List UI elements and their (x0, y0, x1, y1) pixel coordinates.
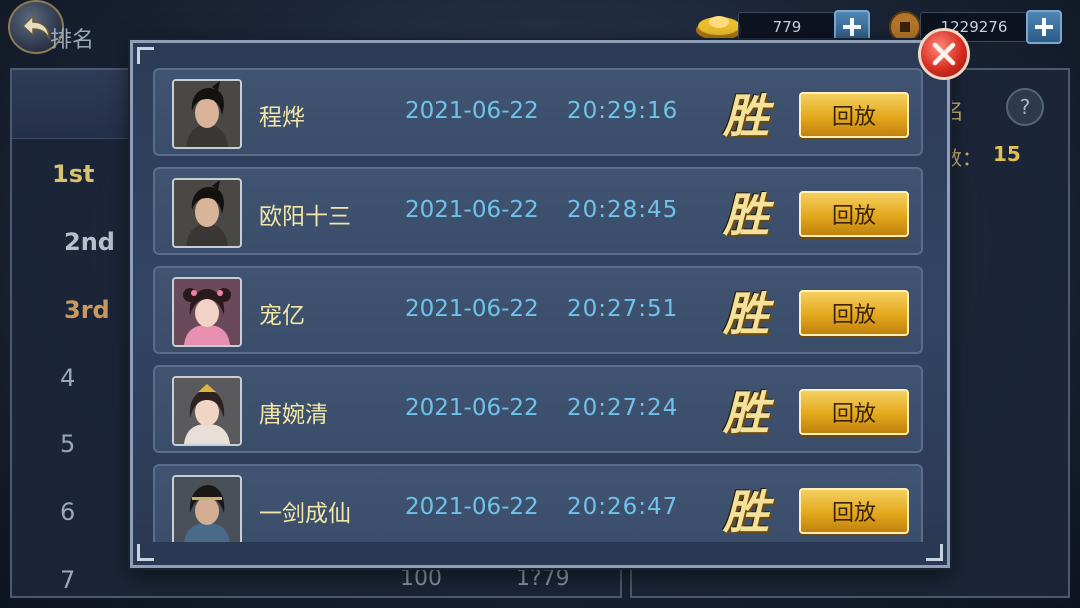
corner-ornament (137, 47, 154, 64)
close-button[interactable] (918, 28, 970, 80)
battle-record-list[interactable]: 程烨 2021-06-22 20:29:16 胜 回放 欧阳十三 2021-06… (153, 68, 925, 542)
player-name: 宠亿 (259, 303, 305, 329)
record-time: 20:27:24 (567, 395, 679, 421)
ingot-amount: 779 (738, 12, 836, 42)
record-row: 欧阳十三 2021-06-22 20:28:45 胜 回放 (153, 167, 923, 255)
victory-badge: 胜 (723, 287, 769, 341)
victory-badge: 胜 (723, 485, 769, 539)
player-avatar (172, 79, 242, 149)
record-date: 2021-06-22 (405, 395, 539, 421)
record-time: 20:27:51 (567, 296, 679, 322)
rank-1: 1st (52, 160, 95, 188)
ingot-currency: 779 (694, 10, 872, 44)
rank-column-header: 排名 (50, 28, 95, 53)
player-name: 一剑成仙 (259, 501, 351, 527)
replay-button[interactable]: 回放 (799, 290, 909, 336)
player-name: 欧阳十三 (259, 204, 351, 230)
rank-4: 4 (60, 364, 76, 392)
add-coin-button[interactable] (1026, 10, 1062, 44)
victory-badge: 胜 (723, 386, 769, 440)
replay-button[interactable]: 回放 (799, 389, 909, 435)
rank-3: 3rd (64, 296, 110, 324)
record-time: 20:26:47 (567, 494, 679, 520)
record-date: 2021-06-22 (405, 98, 539, 124)
female-tiara-portrait-icon (174, 378, 240, 444)
help-button[interactable]: ? (1006, 88, 1044, 126)
player-name: 程烨 (259, 105, 305, 131)
victory-badge: 胜 (723, 188, 769, 242)
victory-badge: 胜 (723, 89, 769, 143)
male-headband-portrait-icon (174, 477, 240, 542)
replay-button[interactable]: 回放 (799, 191, 909, 237)
count-value: 15 (993, 142, 1021, 166)
corner-ornament (137, 544, 154, 561)
record-time: 20:29:16 (567, 98, 679, 124)
plus-icon (1035, 18, 1053, 36)
rank-7-value: 1?79 (516, 566, 570, 591)
add-ingot-button[interactable] (834, 10, 870, 44)
rank-7: 7 (60, 566, 76, 594)
record-row: 宠亿 2021-06-22 20:27:51 胜 回放 (153, 266, 923, 354)
player-avatar (172, 277, 242, 347)
plus-icon (843, 18, 861, 36)
record-date: 2021-06-22 (405, 197, 539, 223)
close-icon (932, 42, 956, 66)
replay-button[interactable]: 回放 (799, 92, 909, 138)
record-row: 程烨 2021-06-22 20:29:16 胜 回放 (153, 68, 923, 156)
replay-button[interactable]: 回放 (799, 488, 909, 534)
question-icon: ? (1019, 95, 1031, 119)
record-row: 唐婉清 2021-06-22 20:27:24 胜 回放 (153, 365, 923, 453)
female-pink-portrait-icon (174, 279, 240, 345)
rank-5: 5 (60, 430, 76, 458)
player-avatar (172, 475, 242, 542)
player-name: 唐婉清 (259, 402, 328, 428)
record-date: 2021-06-22 (405, 296, 539, 322)
rank-6: 6 (60, 498, 76, 526)
copper-coin-icon (889, 11, 921, 43)
player-avatar (172, 178, 242, 248)
player-avatar (172, 376, 242, 446)
male-swordsman-portrait-icon (174, 81, 240, 147)
record-date: 2021-06-22 (405, 494, 539, 520)
corner-ornament (926, 544, 943, 561)
record-row: 一剑成仙 2021-06-22 20:26:47 胜 回放 (153, 464, 923, 542)
rank-7-score: 100 (400, 566, 442, 591)
rank-2: 2nd (64, 228, 115, 256)
back-arrow-icon (21, 14, 50, 41)
male-swordsman-portrait-icon (174, 180, 240, 246)
gold-ingot-icon (696, 16, 742, 40)
record-time: 20:28:45 (567, 197, 679, 223)
coin-currency: 1229276 (888, 10, 1064, 44)
